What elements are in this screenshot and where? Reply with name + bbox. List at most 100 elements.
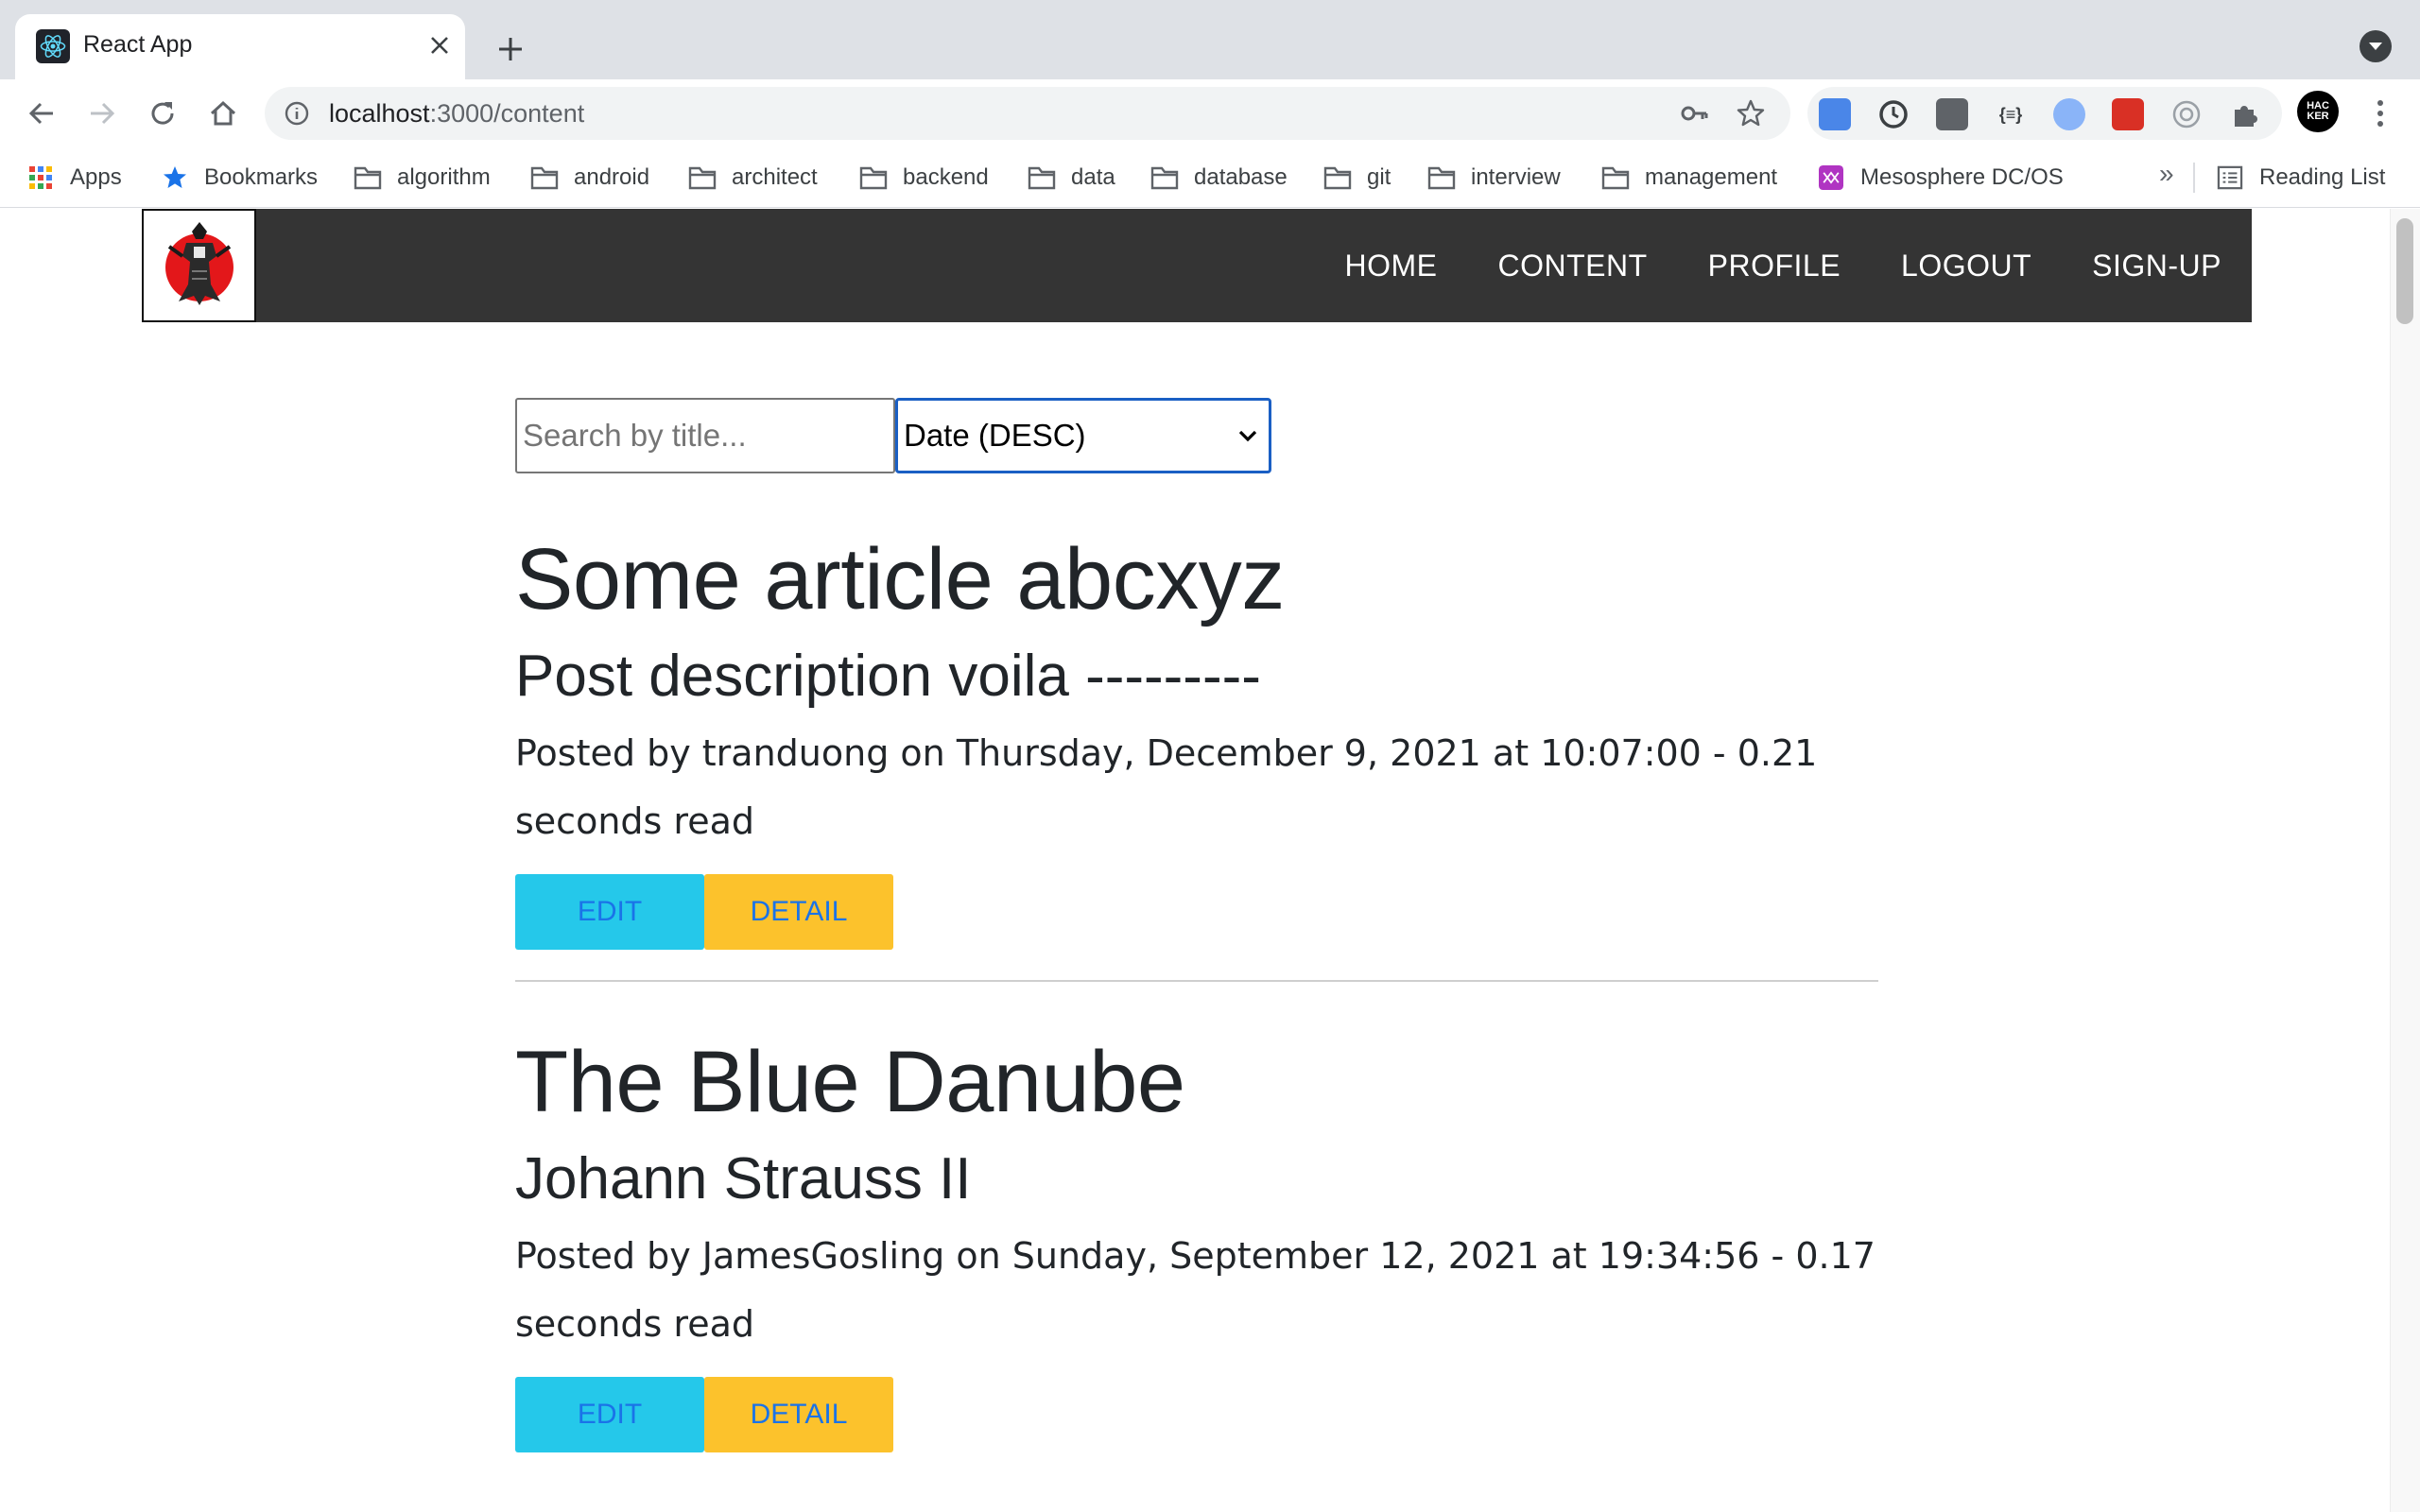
content-list: Search by title... Date (DESC) Some arti…: [515, 398, 1878, 1452]
apps-grid-icon: [29, 166, 52, 189]
article-actions: EDIT DETAIL: [515, 1377, 1878, 1452]
reading-list-button[interactable]: Reading List: [2216, 147, 2385, 208]
key-icon[interactable]: [1679, 98, 1709, 129]
bookmark-folder-interview[interactable]: interview: [1427, 147, 1561, 208]
filter-controls: Search by title... Date (DESC): [515, 398, 1878, 473]
browser-toolbar: localhost:3000/content {≡} HAC KER: [0, 79, 2420, 147]
profile-avatar[interactable]: HAC KER: [2297, 91, 2339, 132]
bookmark-bookmarks[interactable]: Bookmarks: [161, 147, 318, 208]
article-divider: [515, 980, 1878, 982]
folder-icon: [1028, 166, 1056, 190]
bookmarks-divider: [2193, 163, 2195, 193]
tab-search-icon[interactable]: [2360, 30, 2392, 62]
react-favicon-icon: [36, 29, 70, 63]
edit-button[interactable]: EDIT: [515, 1377, 704, 1452]
nav-logout-link[interactable]: LOGOUT: [1871, 249, 2062, 284]
star-icon: [164, 166, 186, 188]
folder-icon: [688, 166, 717, 190]
puzzle-extensions-icon[interactable]: [2229, 98, 2261, 130]
extensions-area: {≡}: [1807, 87, 2282, 140]
sort-select[interactable]: Date (DESC): [895, 398, 1271, 473]
url-text: localhost:3000/content: [329, 99, 584, 129]
nav-profile-link[interactable]: PROFILE: [1678, 249, 1871, 284]
nav-home-link[interactable]: HOME: [1314, 249, 1467, 284]
json-extension-icon[interactable]: {≡}: [1995, 98, 2027, 130]
folder-icon: [530, 166, 559, 190]
circle-extension-icon[interactable]: [2053, 98, 2085, 130]
tab-strip: React App: [0, 0, 2420, 79]
url-path: :3000/content: [429, 99, 585, 128]
tab-extension-icon[interactable]: [1936, 98, 1968, 130]
bookmark-label: Apps: [70, 164, 122, 190]
reload-icon[interactable]: [140, 91, 185, 136]
reading-list-icon: [2217, 165, 2243, 190]
bookmark-folder-data[interactable]: data: [1028, 147, 1115, 208]
bookmark-folder-architect[interactable]: architect: [688, 147, 818, 208]
bookmark-label: interview: [1471, 164, 1561, 190]
bookmark-label: git: [1367, 164, 1392, 190]
article-description: Johann Strauss II: [515, 1146, 972, 1211]
new-tab-icon[interactable]: [490, 28, 531, 70]
bookmark-label: database: [1194, 164, 1288, 190]
bookmark-label: data: [1071, 164, 1115, 190]
detail-button[interactable]: DETAIL: [704, 1377, 893, 1452]
bookmark-label: android: [574, 164, 650, 190]
close-tab-icon[interactable]: [424, 29, 456, 61]
nav-signup-link[interactable]: SIGN-UP: [2062, 249, 2252, 284]
bookmark-mesosphere[interactable]: Mesosphere DC/OS: [1817, 147, 2064, 208]
reading-list-label: Reading List: [2259, 164, 2386, 190]
back-arrow-icon[interactable]: [19, 91, 64, 136]
article-description: Post description voila ---------: [515, 644, 1261, 709]
bookmarks-bar: Apps Bookmarks algorithm android archite…: [0, 147, 2420, 208]
detail-button[interactable]: DETAIL: [704, 874, 893, 950]
folder-icon: [1323, 166, 1352, 190]
bookmark-apps[interactable]: Apps: [26, 147, 122, 208]
browser-tab[interactable]: React App: [15, 14, 465, 79]
app-navbar: HOME CONTENT PROFILE LOGOUT SIGN-UP: [142, 209, 2252, 322]
bookmark-folder-git[interactable]: git: [1323, 147, 1391, 208]
bookmark-label: Mesosphere DC/OS: [1860, 164, 2064, 190]
bookmark-label: management: [1645, 164, 1778, 190]
folder-icon: [1150, 166, 1179, 190]
article-meta: Posted by JamesGosling on Sunday, Septem…: [515, 1235, 1876, 1345]
address-bar[interactable]: localhost:3000/content: [265, 87, 1790, 140]
react-devtools-extension-icon[interactable]: [2112, 98, 2144, 130]
translate-extension-icon[interactable]: [1819, 98, 1851, 130]
site-info-icon[interactable]: [284, 100, 310, 127]
article-meta: Posted by tranduong on Thursday, Decembe…: [515, 732, 1818, 842]
bookmark-label: architect: [732, 164, 818, 190]
bookmark-folder-algorithm[interactable]: algorithm: [354, 147, 491, 208]
page-viewport: HOME CONTENT PROFILE LOGOUT SIGN-UP Sear…: [0, 209, 2420, 1512]
search-input[interactable]: Search by title...: [515, 398, 895, 473]
bookmark-folder-management[interactable]: management: [1601, 147, 1777, 208]
bookmark-folder-database[interactable]: database: [1150, 147, 1288, 208]
page-scrollbar[interactable]: [2390, 209, 2420, 1512]
folder-icon: [1601, 166, 1630, 190]
folder-icon: [1427, 166, 1456, 190]
scrollbar-thumb[interactable]: [2396, 218, 2413, 324]
article-card: Some article abcxyz Post description voi…: [515, 536, 1878, 950]
samurai-logo-icon[interactable]: [142, 209, 256, 322]
target-extension-icon[interactable]: [2170, 98, 2203, 130]
url-host: localhost: [329, 99, 430, 128]
mesosphere-icon: [1819, 165, 1843, 190]
bookmark-folder-backend[interactable]: backend: [859, 147, 989, 208]
browser-menu-icon[interactable]: [2361, 91, 2399, 136]
bookmark-label: Bookmarks: [204, 164, 319, 190]
clock-extension-icon[interactable]: [1877, 98, 1910, 130]
chevron-down-icon: [1238, 430, 1257, 442]
folder-icon: [354, 166, 382, 190]
bookmark-star-icon[interactable]: [1736, 98, 1766, 129]
home-icon[interactable]: [200, 91, 246, 136]
bookmark-folder-android[interactable]: android: [530, 147, 649, 208]
article-actions: EDIT DETAIL: [515, 874, 1878, 950]
forward-arrow-icon[interactable]: [79, 91, 125, 136]
more-bookmarks-icon[interactable]: »: [2159, 159, 2174, 189]
sort-select-value: Date (DESC): [904, 418, 1086, 453]
bookmark-label: backend: [903, 164, 989, 190]
nav-content-link[interactable]: CONTENT: [1467, 249, 1677, 284]
edit-button[interactable]: EDIT: [515, 874, 704, 950]
bookmark-label: algorithm: [397, 164, 491, 190]
article-title: The Blue Danube: [515, 1034, 1185, 1130]
tab-title: React App: [83, 31, 193, 58]
